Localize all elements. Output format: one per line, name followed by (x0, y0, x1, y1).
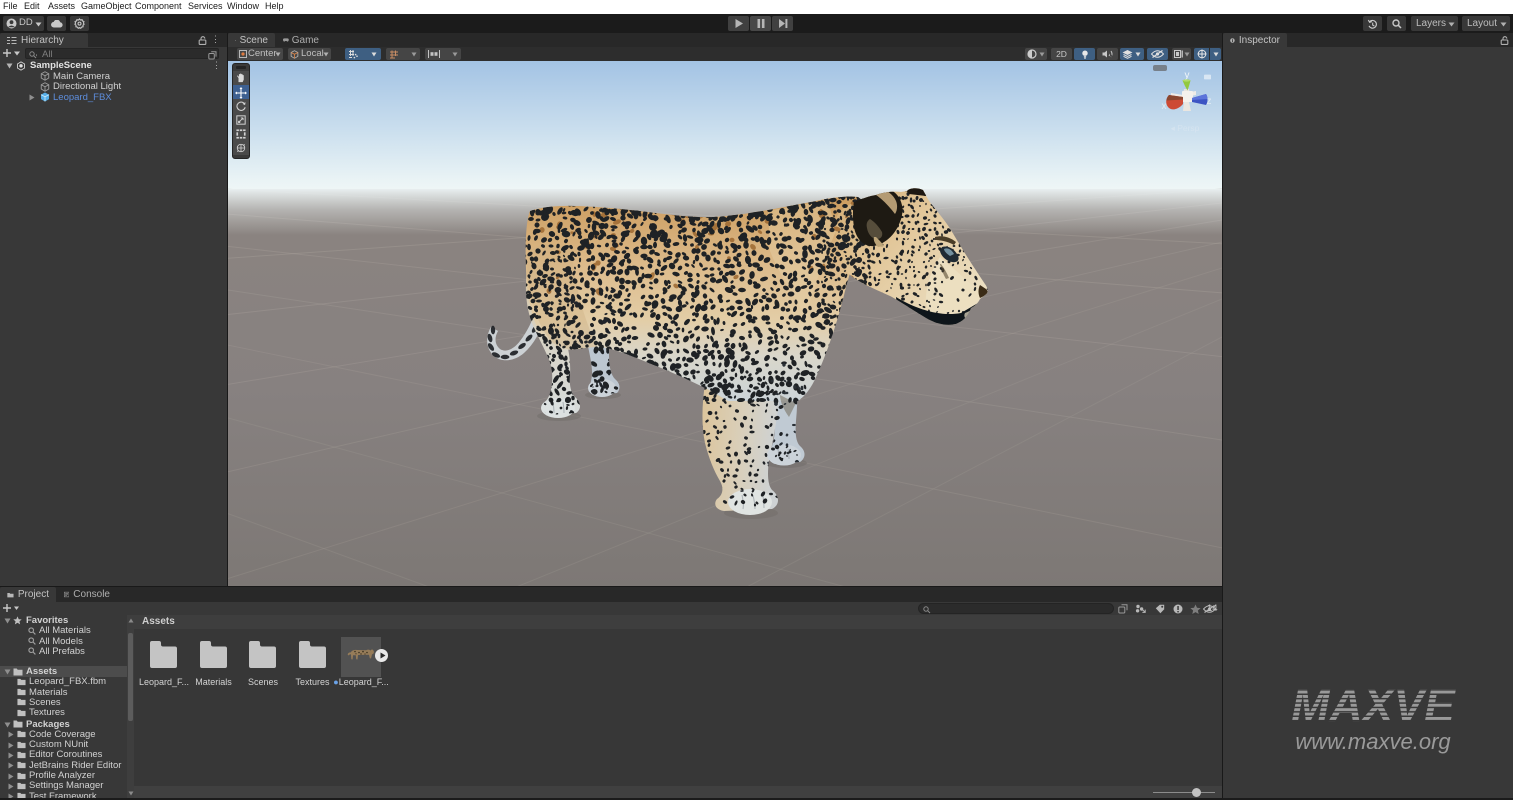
svg-text:www.maxve.org: www.maxve.org (1295, 729, 1451, 754)
svg-text:x: x (1162, 101, 1167, 112)
svg-text:◂ Persp: ◂ Persp (1171, 123, 1200, 133)
svg-text:MAXVE: MAXVE (1291, 679, 1456, 731)
